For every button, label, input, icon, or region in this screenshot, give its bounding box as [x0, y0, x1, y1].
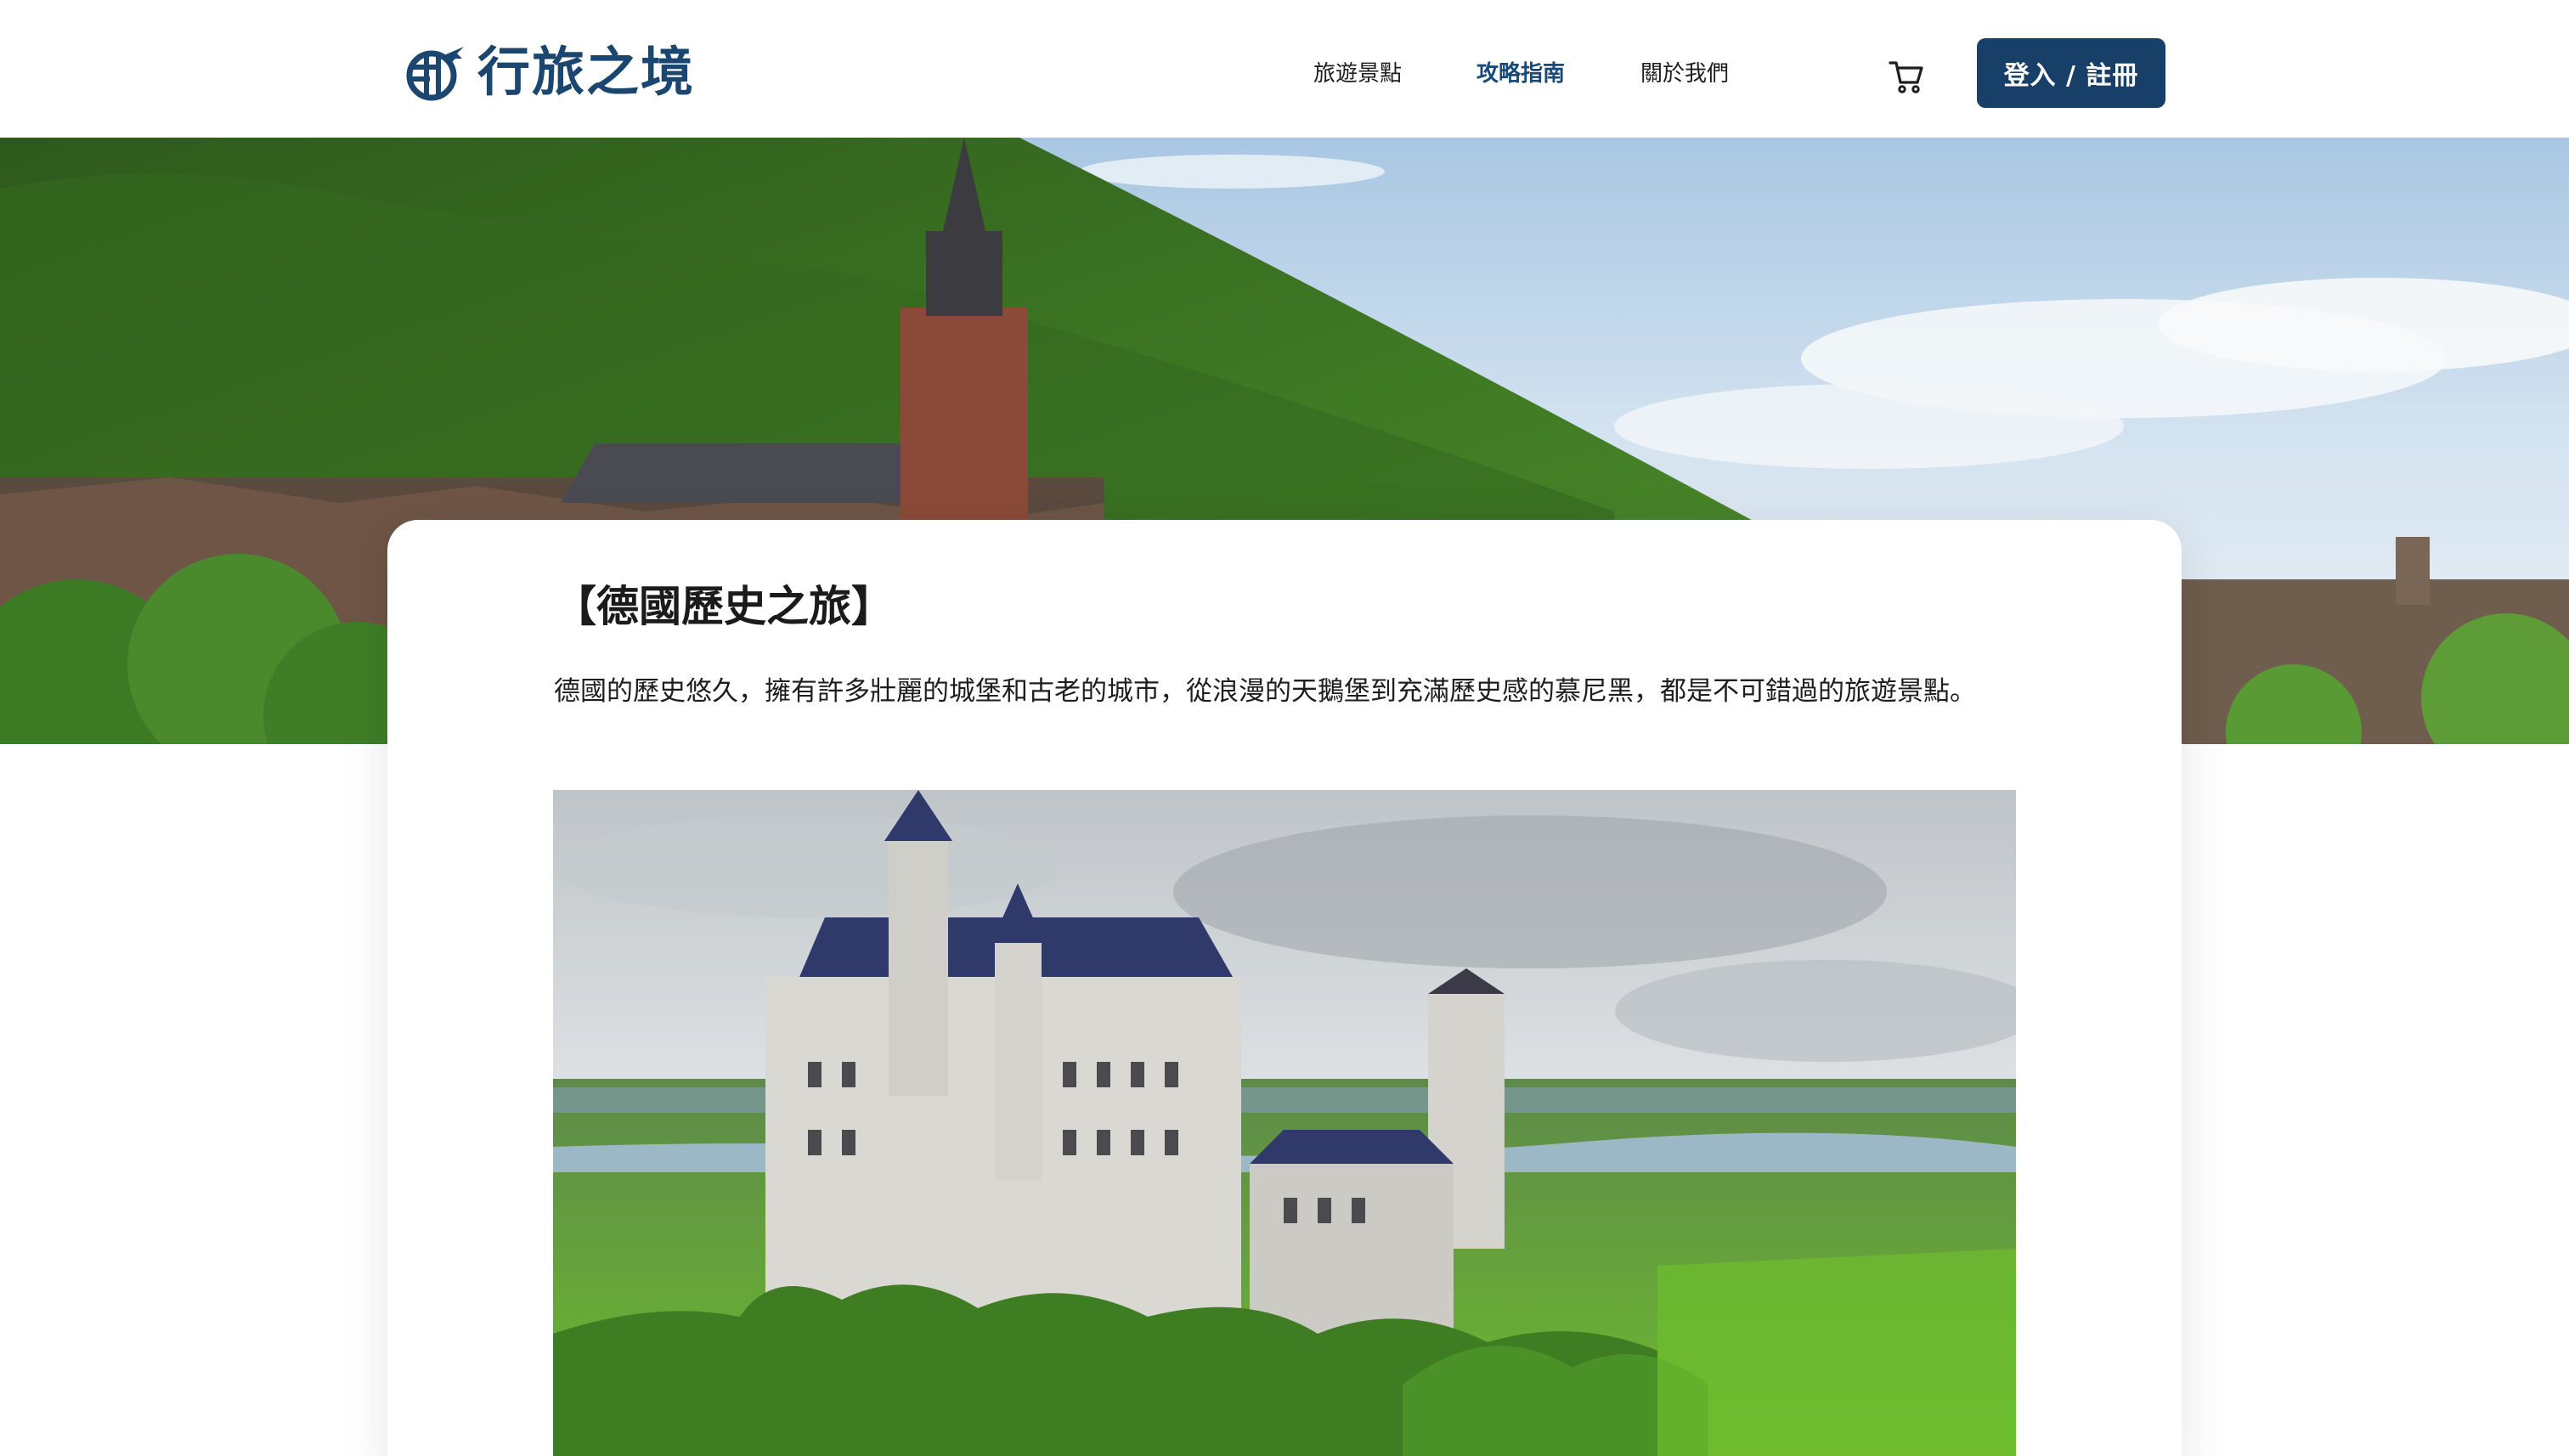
- globe-plane-icon: [406, 47, 464, 101]
- castle-image: [553, 790, 2016, 1456]
- nav-item-about[interactable]: 關於我們: [1640, 53, 1729, 95]
- article-card: 【德國歷史之旅】 德國的歷史悠久，擁有許多壯麗的城堡和古老的城市，從浪漫的天鵝堡…: [387, 520, 2182, 1456]
- nav-item-attractions[interactable]: 旅遊景點: [1313, 53, 1402, 95]
- site-header: 行旅之境 旅遊景點 攻略指南 關於我們 登入 / 註冊: [0, 0, 2569, 138]
- logo-text: 行旅之境: [477, 41, 696, 103]
- article-description: 德國的歷史悠久，擁有許多壯麗的城堡和古老的城市，從浪漫的天鵝堡到充滿歷史感的慕尼…: [554, 676, 1976, 707]
- nav-item-guides[interactable]: 攻略指南: [1476, 53, 1565, 95]
- site-logo[interactable]: 行旅之境: [404, 41, 695, 104]
- login-register-button[interactable]: 登入 / 註冊: [1977, 38, 2165, 108]
- cart-button[interactable]: [1888, 58, 1925, 95]
- cart-icon: [1889, 61, 1923, 93]
- article-photo: [553, 790, 2016, 1456]
- article-title: 【德國歷史之旅】: [554, 581, 894, 631]
